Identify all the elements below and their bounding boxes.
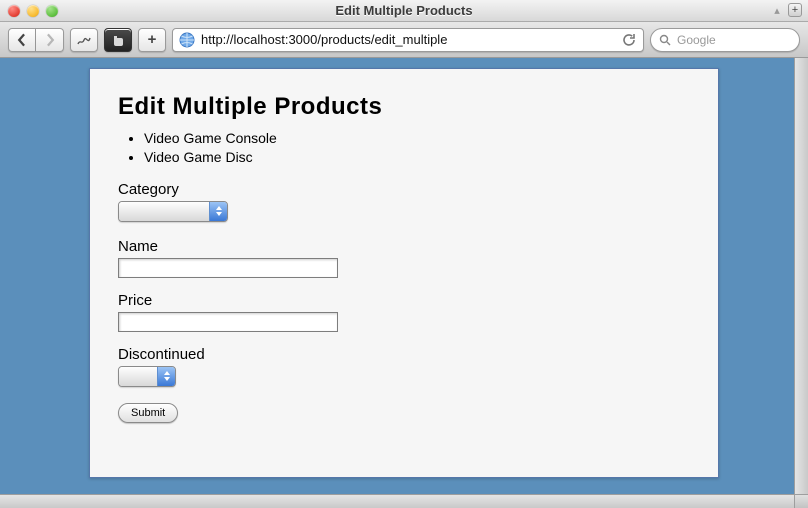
- discontinued-label: Discontinued: [118, 346, 690, 363]
- category-field: Category: [118, 181, 690, 224]
- reload-icon[interactable]: [621, 32, 637, 48]
- product-list: Video Game Console Video Game Disc: [144, 129, 690, 167]
- name-field: Name: [118, 238, 690, 278]
- globe-icon: [179, 32, 195, 48]
- address-bar[interactable]: http://localhost:3000/products/edit_mult…: [172, 28, 644, 52]
- chevron-updown-icon: [157, 367, 175, 386]
- new-tab-button[interactable]: +: [788, 3, 802, 17]
- reader-button[interactable]: [70, 28, 98, 52]
- price-input[interactable]: [118, 312, 338, 332]
- zoom-icon[interactable]: [46, 5, 58, 17]
- elephant-icon: [111, 33, 125, 47]
- price-label: Price: [118, 292, 690, 309]
- resize-grip[interactable]: [794, 494, 808, 508]
- name-input[interactable]: [118, 258, 338, 278]
- title-bar: Edit Multiple Products ▴ +: [0, 0, 808, 22]
- chevron-right-icon: [43, 33, 57, 47]
- chevron-left-icon: [15, 33, 29, 47]
- traffic-lights: [8, 5, 58, 17]
- toolbar: + http://localhost:3000/products/edit_mu…: [0, 22, 808, 58]
- submit-row: Submit: [118, 403, 690, 423]
- plus-icon: +: [148, 32, 157, 47]
- vertical-scrollbar[interactable]: [794, 58, 808, 494]
- tab-overflow-icon: ▴: [770, 3, 784, 17]
- discontinued-field: Discontinued: [118, 346, 690, 389]
- list-item: Video Game Disc: [144, 148, 690, 167]
- category-select[interactable]: [118, 201, 228, 222]
- category-label: Category: [118, 181, 690, 198]
- add-bookmark-button[interactable]: +: [138, 28, 166, 52]
- back-button[interactable]: [8, 28, 36, 52]
- window-title: Edit Multiple Products: [335, 3, 472, 18]
- squiggle-icon: [77, 33, 91, 47]
- chevron-updown-icon: [209, 202, 227, 221]
- search-icon: [659, 34, 671, 46]
- page-content: Edit Multiple Products Video Game Consol…: [89, 68, 719, 478]
- discontinued-select[interactable]: [118, 366, 176, 387]
- list-item: Video Game Console: [144, 129, 690, 148]
- nav-buttons: [8, 28, 64, 52]
- select-value: [119, 367, 157, 386]
- name-label: Name: [118, 238, 690, 255]
- submit-button[interactable]: Submit: [118, 403, 178, 423]
- page-heading: Edit Multiple Products: [118, 93, 690, 121]
- viewport: Edit Multiple Products Video Game Consol…: [0, 58, 808, 508]
- horizontal-scrollbar[interactable]: [0, 494, 794, 508]
- forward-button[interactable]: [36, 28, 64, 52]
- close-icon[interactable]: [8, 5, 20, 17]
- minimize-icon[interactable]: [27, 5, 39, 17]
- search-field[interactable]: Google: [650, 28, 800, 52]
- select-value: [119, 202, 209, 221]
- search-placeholder: Google: [677, 33, 716, 47]
- price-field: Price: [118, 292, 690, 332]
- browser-window: Edit Multiple Products ▴ + + http://: [0, 0, 808, 508]
- evernote-button[interactable]: [104, 28, 132, 52]
- url-text: http://localhost:3000/products/edit_mult…: [201, 32, 615, 47]
